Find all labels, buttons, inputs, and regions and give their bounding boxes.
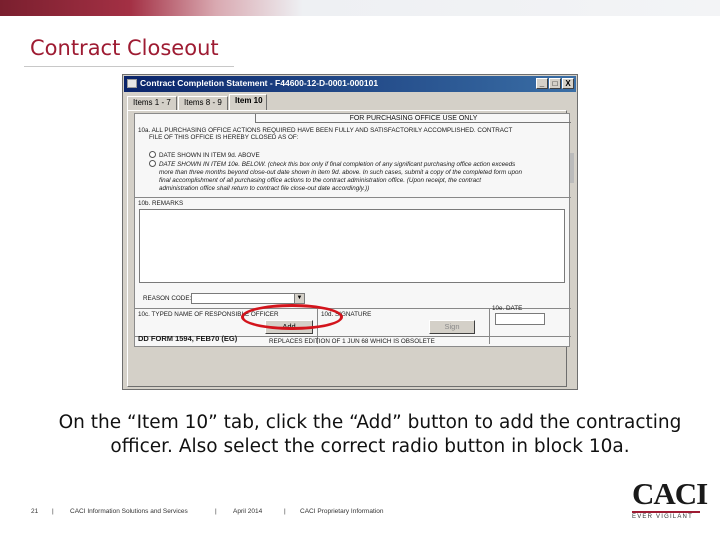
title-divider [24, 66, 234, 67]
footer: 21 | CACI Information Solutions and Serv… [0, 508, 720, 518]
footer-company: CACI Information Solutions and Services [70, 508, 188, 515]
logo-accent-rule [632, 511, 700, 513]
radio-date-item-10e[interactable] [149, 160, 156, 167]
remarks-textarea[interactable] [139, 209, 565, 283]
form-id: DD FORM 1594, FEB70 (EG) [138, 334, 238, 343]
tab-panel: FOR PURCHASING OFFICE USE ONLY 10a. ALL … [127, 110, 574, 387]
tab-items-1-7[interactable]: Items 1 - 7 [127, 96, 177, 110]
block-10e-label: 10e. DATE [492, 305, 523, 312]
section-divider [135, 197, 571, 198]
tab-items-8-9[interactable]: Items 8 - 9 [178, 96, 228, 110]
column-divider [489, 308, 490, 344]
reason-code-select[interactable]: ▼ [191, 293, 305, 304]
block-10a-text-line2: FILE OF THIS OFFICE IS HEREBY CLOSED AS … [149, 134, 299, 141]
footer-separator: | [52, 508, 54, 515]
maximize-button[interactable]: □ [549, 78, 561, 89]
contract-completion-window: Contract Completion Statement - F44600-1… [122, 74, 578, 390]
tab-item-10[interactable]: Item 10 [229, 94, 267, 111]
window-controls: _ □ X [536, 78, 574, 89]
radio-date-item-10e-line4: administration office shall return to co… [159, 185, 370, 192]
caci-logo: CACI EVER VIGILANT [632, 478, 708, 522]
radio-date-item-9d[interactable] [149, 151, 156, 158]
radio-date-item-10e-line1: DATE SHOWN IN ITEM 10e. BELOW. (check th… [159, 161, 516, 168]
add-button-highlight [241, 304, 343, 330]
logo-tagline: EVER VIGILANT [632, 514, 693, 520]
slide-title: Contract Closeout [30, 36, 219, 60]
block-10b-label: 10b. REMARKS [138, 200, 184, 207]
close-button[interactable]: X [562, 78, 574, 89]
logo-wordmark: CACI [632, 476, 708, 511]
dd-form-1594: FOR PURCHASING OFFICE USE ONLY 10a. ALL … [134, 113, 571, 347]
chevron-down-icon[interactable]: ▼ [294, 294, 304, 303]
radio-date-item-10e-line3: final accomplishment of all purchasing o… [159, 177, 482, 184]
footer-date: April 2014 [233, 508, 263, 515]
app-icon [127, 79, 137, 88]
sign-button[interactable]: Sign [429, 320, 475, 334]
edition-note: REPLACES EDITION OF 1 JUN 68 WHICH IS OB… [269, 338, 435, 345]
minimize-button[interactable]: _ [536, 78, 548, 89]
page-number: 21 [31, 508, 39, 515]
radio-date-item-10e-line2: more than three months beyond close-out … [159, 169, 522, 176]
radio-date-item-9d-label: DATE SHOWN IN ITEM 9d. ABOVE [159, 152, 260, 159]
date-field[interactable] [495, 313, 545, 325]
scrollbar-thumb[interactable] [570, 153, 574, 183]
top-banner [0, 0, 720, 16]
footer-separator: | [284, 508, 286, 515]
form-header: FOR PURCHASING OFFICE USE ONLY [255, 114, 571, 123]
instruction-caption: On the “Item 10” tab, click the “Add” bu… [58, 412, 682, 457]
footer-classification: CACI Proprietary Information [300, 508, 384, 515]
window-title: Contract Completion Statement - F44600-1… [140, 78, 379, 88]
footer-separator: | [215, 508, 217, 515]
reason-code-label: REASON CODE: [143, 295, 192, 302]
window-titlebar[interactable]: Contract Completion Statement - F44600-1… [124, 76, 576, 92]
